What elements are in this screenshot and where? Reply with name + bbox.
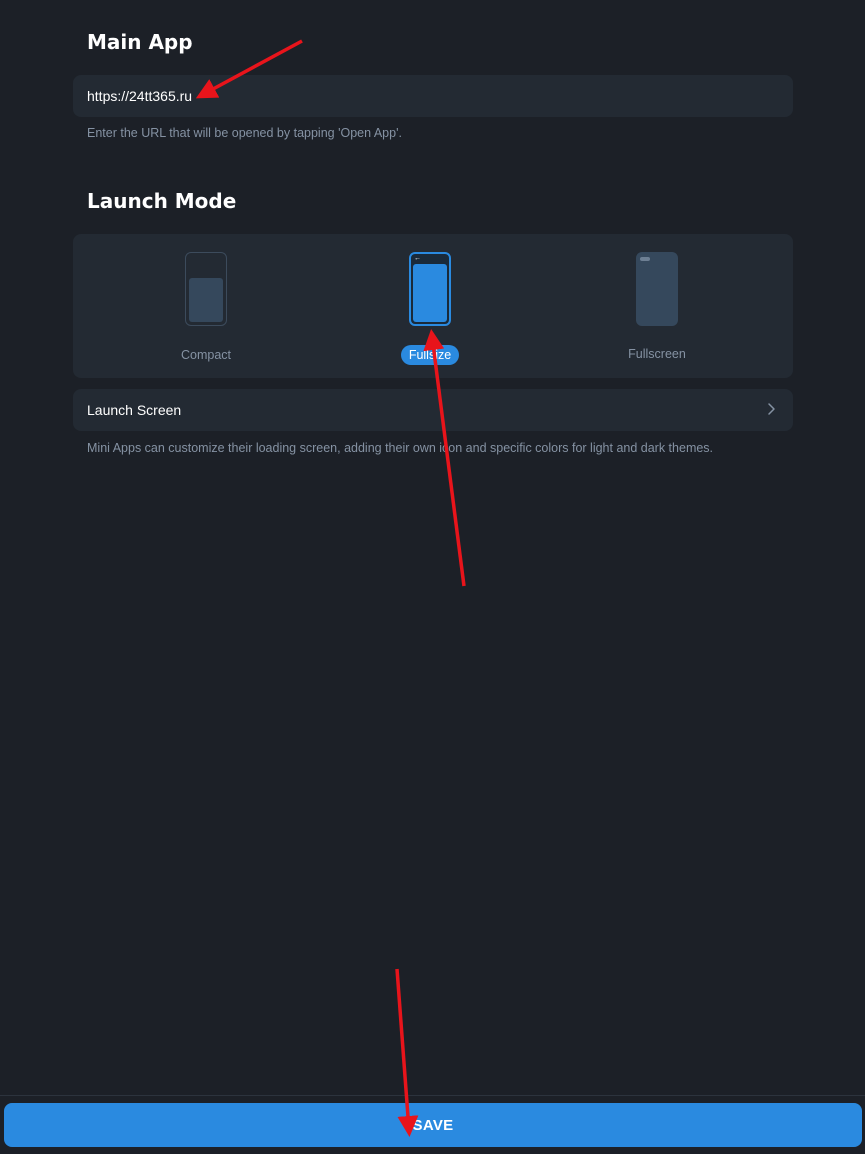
main-app-title: Main App (87, 30, 193, 54)
launch-mode-fullsize-label: Fullsize (330, 345, 530, 365)
selected-mode-badge: Fullsize (400, 345, 460, 365)
launch-mode-selector: Compact ← Fullsize Fullscreen (73, 234, 793, 378)
main-app-url-hint: Enter the URL that will be opened by tap… (87, 126, 402, 140)
fullscreen-phone-icon (636, 252, 678, 326)
launch-screen-label: Launch Screen (87, 402, 182, 418)
footer-divider (0, 1095, 865, 1096)
launch-screen-row[interactable]: Launch Screen (73, 389, 793, 431)
launch-screen-hint: Mini Apps can customize their loading sc… (87, 441, 714, 455)
chevron-right-icon (768, 403, 775, 415)
launch-mode-fullscreen-option[interactable]: Fullscreen (557, 234, 757, 378)
launch-mode-fullsize-option[interactable]: ← Fullsize (330, 234, 530, 378)
launch-mode-compact-option[interactable]: Compact (106, 234, 306, 378)
back-arrow-icon: ← (414, 255, 421, 262)
compact-phone-icon (185, 252, 227, 326)
annotation-arrows (195, 39, 466, 1137)
bot-settings-page: Main App https://24tt365.ru Enter the UR… (0, 0, 865, 1154)
save-button[interactable]: SAVE (4, 1103, 862, 1147)
launch-mode-title: Launch Mode (87, 189, 237, 213)
fullsize-phone-icon: ← (409, 252, 451, 326)
launch-mode-compact-label: Compact (180, 348, 232, 362)
main-app-url-value: https://24tt365.ru (87, 88, 193, 104)
launch-mode-fullscreen-label: Fullscreen (628, 347, 686, 361)
main-app-url-input[interactable]: https://24tt365.ru (73, 75, 793, 117)
